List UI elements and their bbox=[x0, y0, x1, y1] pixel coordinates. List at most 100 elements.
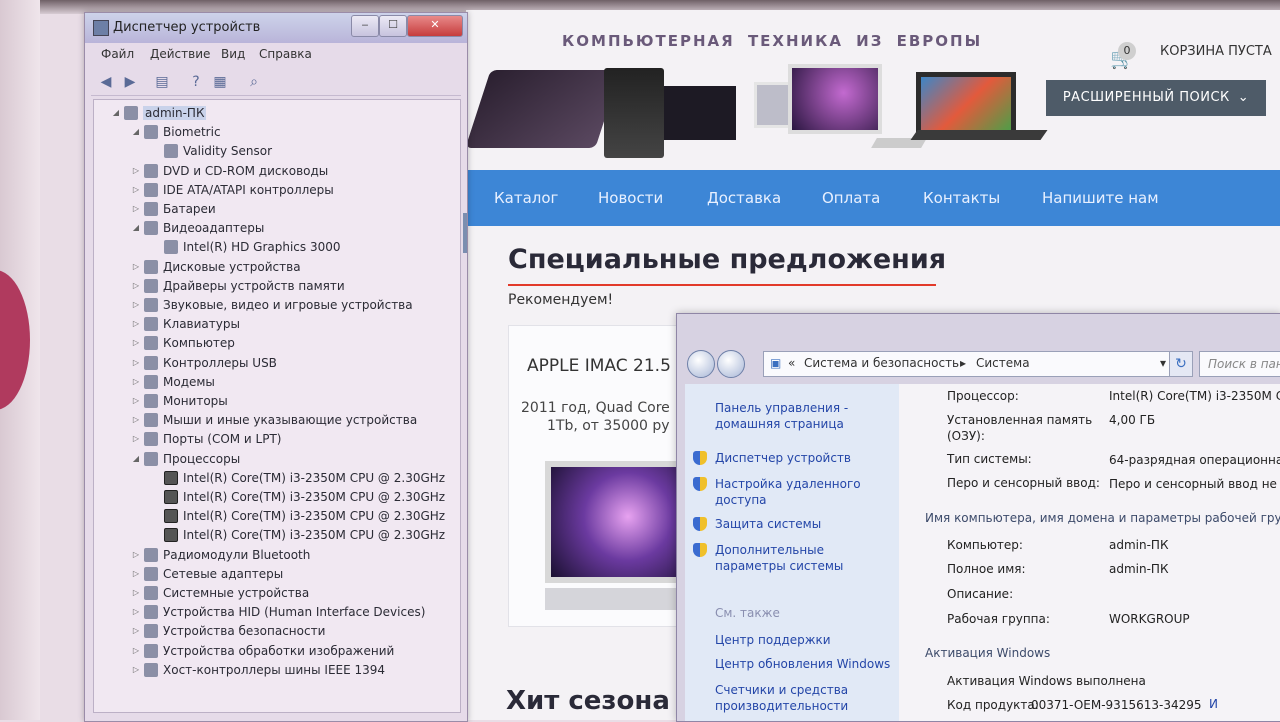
tree-category[interactable]: ▷ Батареи bbox=[133, 200, 216, 218]
back-button[interactable] bbox=[687, 350, 715, 378]
tree-expander-icon[interactable]: ◢ bbox=[130, 123, 142, 141]
tree-expander-icon[interactable]: ▷ bbox=[130, 277, 142, 295]
minimize-button[interactable]: ‒ bbox=[351, 15, 379, 37]
tree-category[interactable]: ▷ Устройства HID (Human Interface Devices… bbox=[133, 603, 425, 621]
help-icon[interactable]: ? bbox=[187, 73, 205, 91]
nav-payment[interactable]: Оплата bbox=[822, 170, 880, 226]
tree-expander-icon[interactable]: ▷ bbox=[130, 642, 142, 660]
forward-arrow-icon[interactable]: ▶ bbox=[121, 73, 139, 91]
refresh-icon[interactable]: ↻ bbox=[1169, 351, 1193, 377]
menu-action[interactable]: Действие bbox=[150, 47, 210, 61]
tree-expander-icon[interactable]: ▷ bbox=[130, 296, 142, 314]
tree-category[interactable]: ▷ Системные устройства bbox=[133, 584, 309, 602]
product-name[interactable]: APPLE IMAC 21.5 bbox=[527, 356, 671, 376]
tree-expander-icon[interactable]: ▷ bbox=[130, 622, 142, 640]
tree-expander-icon[interactable]: ▷ bbox=[130, 565, 142, 583]
tree-expander-icon[interactable]: ▷ bbox=[130, 162, 142, 180]
action-center-link[interactable]: Центр поддержки bbox=[715, 632, 885, 648]
tree-category[interactable]: ◢ Процессоры bbox=[133, 450, 240, 468]
tree-expander-icon[interactable]: ◢ bbox=[110, 104, 122, 122]
tree-category[interactable]: ▷ Сетевые адаптеры bbox=[133, 565, 283, 583]
menu-file[interactable]: Файл bbox=[101, 47, 134, 61]
tree-category[interactable]: ▷ DVD и CD-ROM дисководы bbox=[133, 162, 328, 180]
tree-expander-icon[interactable]: ◢ bbox=[130, 219, 142, 237]
breadcrumb-separator[interactable]: ▸ bbox=[960, 356, 966, 370]
tree-category[interactable]: ▷ Мыши и иные указывающие устройства bbox=[133, 411, 417, 429]
control-panel-home-link[interactable]: Панель управления - домашняя страница bbox=[715, 400, 865, 432]
tree-expander-icon[interactable]: ▷ bbox=[130, 430, 142, 448]
nav-catalog[interactable]: Каталог bbox=[494, 170, 558, 226]
tree-expander-icon[interactable]: ▷ bbox=[130, 354, 142, 372]
tree-expander-icon[interactable]: ▷ bbox=[130, 603, 142, 621]
tree-category[interactable]: ◢ Biometric bbox=[133, 123, 221, 141]
properties-icon[interactable]: ▤ bbox=[153, 73, 171, 91]
breadcrumb-system-security[interactable]: Система и безопасность bbox=[804, 356, 959, 370]
device-icon bbox=[144, 221, 158, 236]
tree-device[interactable]: Intel(R) Core(TM) i3-2350M CPU @ 2.30GHz bbox=[164, 526, 445, 544]
cart-status[interactable]: КОРЗИНА ПУСТА bbox=[1160, 44, 1272, 59]
view-icon[interactable]: ▦ bbox=[211, 73, 229, 91]
system-protection-link[interactable]: Защита системы bbox=[715, 516, 885, 532]
forward-button[interactable] bbox=[717, 350, 745, 378]
nav-news[interactable]: Новости bbox=[598, 170, 663, 226]
tree-device[interactable]: Intel(R) Core(TM) i3-2350M CPU @ 2.30GHz bbox=[164, 469, 445, 487]
tree-expander-icon[interactable]: ▷ bbox=[130, 315, 142, 333]
tree-category[interactable]: ▷ Порты (COM и LPT) bbox=[133, 430, 281, 448]
nav-delivery[interactable]: Доставка bbox=[707, 170, 781, 226]
product-image[interactable] bbox=[545, 461, 697, 583]
tree-expander-icon[interactable]: ▷ bbox=[130, 258, 142, 276]
scan-hardware-icon[interactable]: ⌕ bbox=[245, 73, 263, 91]
search-input[interactable]: Поиск в пан bbox=[1199, 351, 1280, 377]
close-button[interactable]: ✕ bbox=[407, 15, 463, 37]
tree-category[interactable]: ▷ Модемы bbox=[133, 373, 215, 391]
tree-expander-icon[interactable]: ▷ bbox=[130, 584, 142, 602]
address-bar[interactable]: ▣ « Система и безопасность ▸ Система ▾ bbox=[763, 351, 1179, 377]
tree-device[interactable]: Validity Sensor bbox=[164, 142, 272, 160]
tree-expander-icon[interactable]: ▷ bbox=[130, 661, 142, 679]
breadcrumb-system[interactable]: Система bbox=[976, 356, 1030, 370]
tree-category[interactable]: ▷ IDE ATA/ATAPI контроллеры bbox=[133, 181, 334, 199]
performance-tools-link[interactable]: Счетчики и средства производительности bbox=[715, 682, 875, 714]
menu-view[interactable]: Вид bbox=[221, 47, 245, 61]
tree-expander-icon[interactable]: ◢ bbox=[130, 450, 142, 468]
tree-expander-icon[interactable]: ▷ bbox=[130, 546, 142, 564]
tree-category[interactable]: ◢ Видеоадаптеры bbox=[133, 219, 264, 237]
tree-category[interactable]: ▷ Устройства безопасности bbox=[133, 622, 325, 640]
tree-expander-icon[interactable]: ▷ bbox=[130, 411, 142, 429]
tree-category[interactable]: ▷ Драйверы устройств памяти bbox=[133, 277, 345, 295]
tree-category[interactable]: ▷ Контроллеры USB bbox=[133, 354, 277, 372]
device-icon bbox=[144, 547, 158, 562]
tree-category[interactable]: ▷ Радиомодули Bluetooth bbox=[133, 546, 310, 564]
advanced-search-button[interactable]: РАСШИРЕННЫЙ ПОИСК ⌄ bbox=[1046, 80, 1266, 116]
tree-category[interactable]: ▷ Мониторы bbox=[133, 392, 228, 410]
maximize-button[interactable]: ☐ bbox=[379, 15, 407, 37]
tree-category[interactable]: ▷ Клавиатуры bbox=[133, 315, 240, 333]
tree-expander-icon[interactable]: ▷ bbox=[130, 181, 142, 199]
tree-device[interactable]: Intel(R) Core(TM) i3-2350M CPU @ 2.30GHz bbox=[164, 507, 445, 525]
tree-expander-icon[interactable]: ▷ bbox=[130, 200, 142, 218]
back-arrow-icon[interactable]: ◀ bbox=[97, 73, 115, 91]
window-titlebar[interactable]: Диспетчер устройств ‒ ☐ ✕ bbox=[85, 13, 467, 43]
change-product-key-link[interactable]: И bbox=[1209, 697, 1218, 711]
windows-update-link[interactable]: Центр обновления Windows bbox=[715, 656, 895, 672]
tree-category[interactable]: ▷ Звуковые, видео и игровые устройства bbox=[133, 296, 413, 314]
product-card[interactable]: APPLE IMAC 21.5 2011 год, Quad Core 1Tb,… bbox=[508, 325, 697, 627]
device-manager-link[interactable]: Диспетчер устройств bbox=[715, 450, 885, 466]
tree-expander-icon[interactable]: ▷ bbox=[130, 373, 142, 391]
menu-help[interactable]: Справка bbox=[259, 47, 312, 61]
remote-settings-link[interactable]: Настройка удаленного доступа bbox=[715, 476, 865, 508]
tree-category[interactable]: ▷ Компьютер bbox=[133, 334, 235, 352]
advanced-system-settings-link[interactable]: Дополнительные параметры системы bbox=[715, 542, 893, 574]
tree-expander-icon[interactable]: ▷ bbox=[130, 334, 142, 352]
tree-device[interactable]: Intel(R) Core(TM) i3-2350M CPU @ 2.30GHz bbox=[164, 488, 445, 506]
nav-write-us[interactable]: Напишите нам bbox=[1042, 170, 1159, 226]
tree-category[interactable]: ▷ Хост-контроллеры шины IEEE 1394 bbox=[133, 661, 385, 679]
tree-expander-icon[interactable]: ▷ bbox=[130, 392, 142, 410]
tree-category[interactable]: ▷ Дисковые устройства bbox=[133, 258, 301, 276]
tree-root-computer[interactable]: ◢ admin-ПК bbox=[113, 104, 207, 122]
nav-contacts[interactable]: Контакты bbox=[923, 170, 1000, 226]
tree-category[interactable]: ▷ Устройства обработки изображений bbox=[133, 642, 394, 660]
address-dropdown-icon[interactable]: ▾ bbox=[1160, 356, 1166, 370]
tree-device[interactable]: Intel(R) HD Graphics 3000 bbox=[164, 238, 341, 256]
scrollbar-thumb[interactable] bbox=[463, 213, 467, 253]
